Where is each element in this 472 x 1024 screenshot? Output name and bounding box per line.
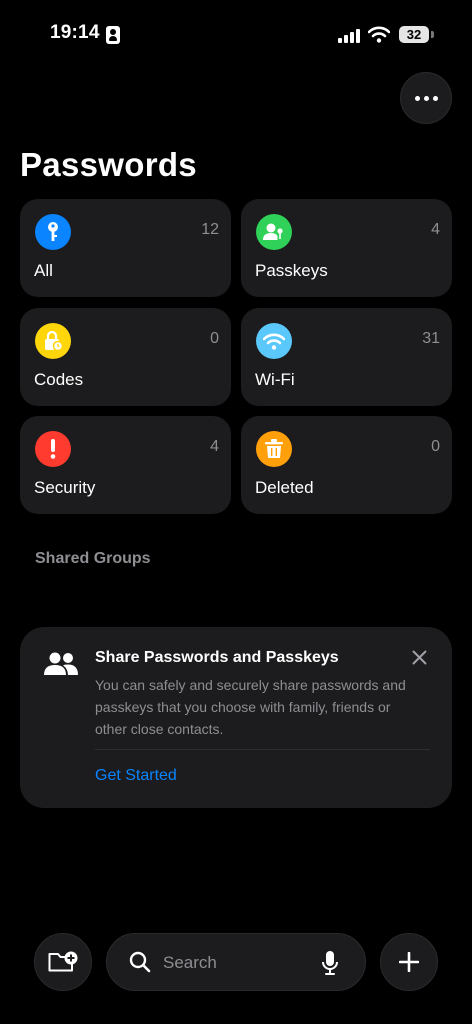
person-key-icon bbox=[256, 214, 292, 250]
search-bar[interactable] bbox=[106, 933, 366, 991]
cellular-signal-icon bbox=[338, 29, 360, 43]
category-count: 4 bbox=[431, 221, 440, 238]
folder-add-icon bbox=[48, 951, 78, 972]
category-count: 31 bbox=[422, 330, 440, 347]
category-passkeys[interactable]: 4 Passkeys bbox=[241, 199, 452, 297]
search-icon bbox=[129, 951, 151, 973]
status-bar: 19:14 32 bbox=[0, 0, 472, 60]
share-promo-card: Share Passwords and Passkeys You can saf… bbox=[20, 627, 452, 808]
new-group-button[interactable] bbox=[34, 933, 92, 991]
category-codes[interactable]: 0 Codes bbox=[20, 308, 231, 406]
lock-clock-icon bbox=[35, 323, 71, 359]
page-title: Passwords bbox=[20, 146, 197, 183]
close-card-button[interactable] bbox=[407, 645, 431, 669]
contact-card-icon bbox=[106, 26, 120, 44]
wifi-icon bbox=[256, 323, 292, 359]
trash-icon bbox=[256, 431, 292, 467]
shared-groups-heading: Shared Groups bbox=[35, 550, 151, 567]
category-count: 4 bbox=[210, 438, 219, 455]
microphone-icon[interactable] bbox=[321, 950, 339, 976]
category-deleted[interactable]: 0 Deleted bbox=[241, 416, 452, 514]
category-count: 0 bbox=[431, 438, 440, 455]
category-label: Passkeys bbox=[255, 261, 328, 280]
get-started-link[interactable]: Get Started bbox=[95, 767, 177, 785]
plus-icon bbox=[399, 952, 419, 972]
wifi-status-icon bbox=[368, 26, 390, 43]
battery-level: 32 bbox=[399, 26, 429, 43]
search-input[interactable] bbox=[161, 948, 315, 978]
category-count: 12 bbox=[201, 221, 219, 238]
status-time: 19:14 bbox=[50, 22, 100, 43]
add-button[interactable] bbox=[380, 933, 438, 991]
category-label: Wi-Fi bbox=[255, 370, 295, 389]
category-label: Deleted bbox=[255, 478, 314, 497]
category-all[interactable]: 12 All bbox=[20, 199, 231, 297]
close-icon bbox=[412, 650, 426, 664]
category-count: 0 bbox=[210, 330, 219, 347]
people-icon bbox=[44, 652, 78, 675]
card-divider bbox=[95, 749, 430, 750]
category-label: Codes bbox=[34, 370, 84, 389]
key-icon bbox=[35, 214, 71, 250]
more-options-button[interactable] bbox=[400, 72, 452, 124]
exclamation-icon bbox=[35, 431, 71, 467]
category-label: All bbox=[34, 261, 53, 280]
ellipsis-icon bbox=[414, 95, 420, 101]
category-security[interactable]: 4 Security bbox=[20, 416, 231, 514]
share-card-description: You can safely and securely share passwo… bbox=[95, 677, 406, 737]
share-card-title: Share Passwords and Passkeys bbox=[95, 649, 339, 666]
category-wifi[interactable]: 31 Wi-Fi bbox=[241, 308, 452, 406]
category-label: Security bbox=[34, 478, 96, 497]
battery-tip bbox=[431, 31, 434, 38]
